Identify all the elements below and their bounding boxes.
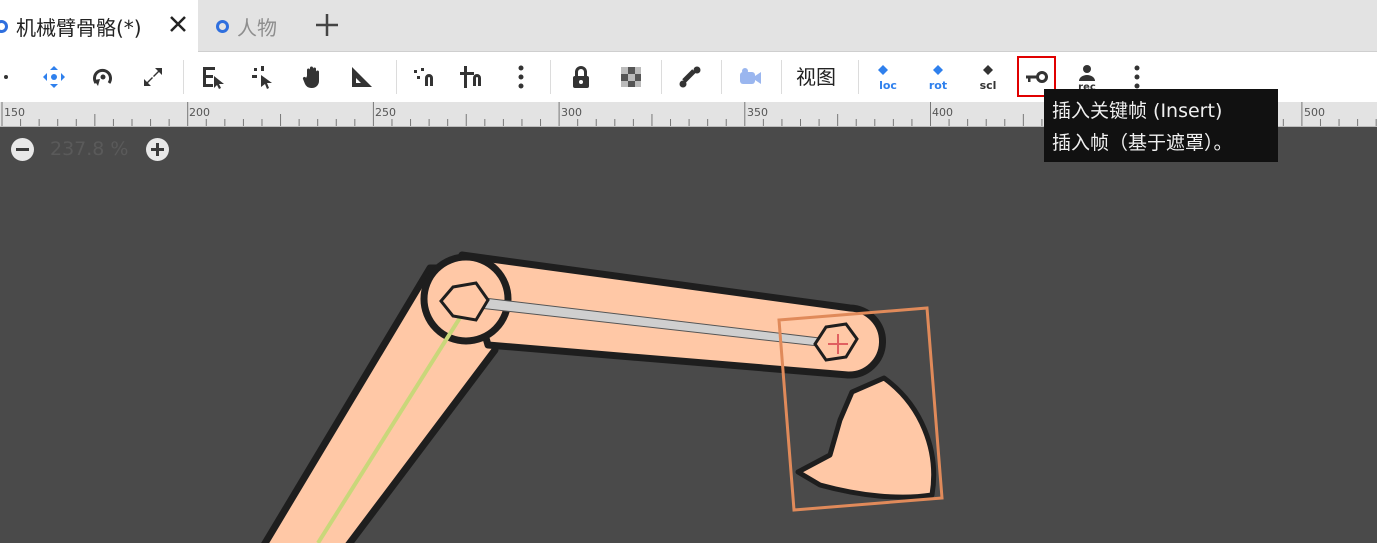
zoom-level: 237.8 %: [50, 138, 129, 160]
ruler-label: 250: [375, 106, 396, 119]
ruler-label: 500: [1304, 106, 1325, 119]
ruler-label: 350: [747, 106, 768, 119]
svg-text:scl: scl: [980, 79, 997, 90]
truncated-icon[interactable]: [0, 64, 12, 90]
toolbar-separator: [858, 60, 859, 94]
rec-icon[interactable]: rec: [1074, 64, 1100, 90]
toolbar-separator: [396, 60, 397, 94]
svg-text:loc: loc: [879, 79, 897, 90]
point-select-icon[interactable]: [250, 64, 276, 90]
add-tab-icon[interactable]: [314, 12, 340, 38]
tab-status-icon: [0, 19, 8, 33]
tab-bar: 机械臂骨骼(*) 人物: [0, 0, 1377, 52]
tab-character[interactable]: 人物: [198, 0, 302, 52]
toolbar-separator: [183, 60, 184, 94]
gripper-limb[interactable]: [795, 375, 937, 500]
zoom-in-icon[interactable]: [146, 138, 169, 161]
tooltip-description: 插入帧（基于遮罩）。: [1052, 132, 1233, 154]
tab-status-icon: [216, 19, 229, 33]
checker-icon[interactable]: [618, 64, 644, 90]
canvas[interactable]: [0, 126, 1377, 543]
scale-icon[interactable]: [140, 64, 166, 90]
ruler-icon[interactable]: [349, 64, 375, 90]
bone-icon[interactable]: [677, 64, 703, 90]
ruler-label: 200: [189, 106, 210, 119]
tab-label: 人物: [237, 15, 277, 40]
rot-icon[interactable]: rot: [925, 64, 951, 90]
select-move-icon[interactable]: [41, 64, 67, 90]
toolbar-separator: [661, 60, 662, 94]
ruler-label: 300: [561, 106, 582, 119]
tab-label: 机械臂骨骼(*): [16, 15, 142, 40]
toolbar-separator: [550, 60, 551, 94]
more-icon[interactable]: [508, 64, 534, 90]
rotate-icon[interactable]: [90, 64, 116, 90]
zoom-out-icon[interactable]: [11, 138, 34, 161]
bone-split-icon[interactable]: [459, 64, 485, 90]
view-button[interactable]: 视图: [796, 64, 836, 90]
close-icon[interactable]: [166, 12, 190, 36]
svg-text:rot: rot: [929, 79, 947, 90]
camera-icon[interactable]: [737, 64, 763, 90]
ruler-label: 150: [4, 106, 25, 119]
lock-icon[interactable]: [568, 64, 594, 90]
hand-icon[interactable]: [300, 64, 326, 90]
tooltip-title: 插入关键帧 (Insert): [1052, 100, 1223, 122]
ruler-label: 400: [932, 106, 953, 119]
tab-robot-arm[interactable]: 机械臂骨骼(*): [0, 0, 198, 52]
loc-icon[interactable]: loc: [875, 64, 901, 90]
toolbar-separator: [781, 60, 782, 94]
scl-icon[interactable]: scl: [975, 64, 1001, 90]
bone-create-icon[interactable]: [411, 64, 437, 90]
toolbar-separator: [721, 60, 722, 94]
more-icon[interactable]: [1124, 64, 1150, 90]
tooltip: 插入关键帧 (Insert) 插入帧（基于遮罩）。: [1044, 89, 1278, 162]
select-edit-icon[interactable]: [200, 64, 226, 90]
